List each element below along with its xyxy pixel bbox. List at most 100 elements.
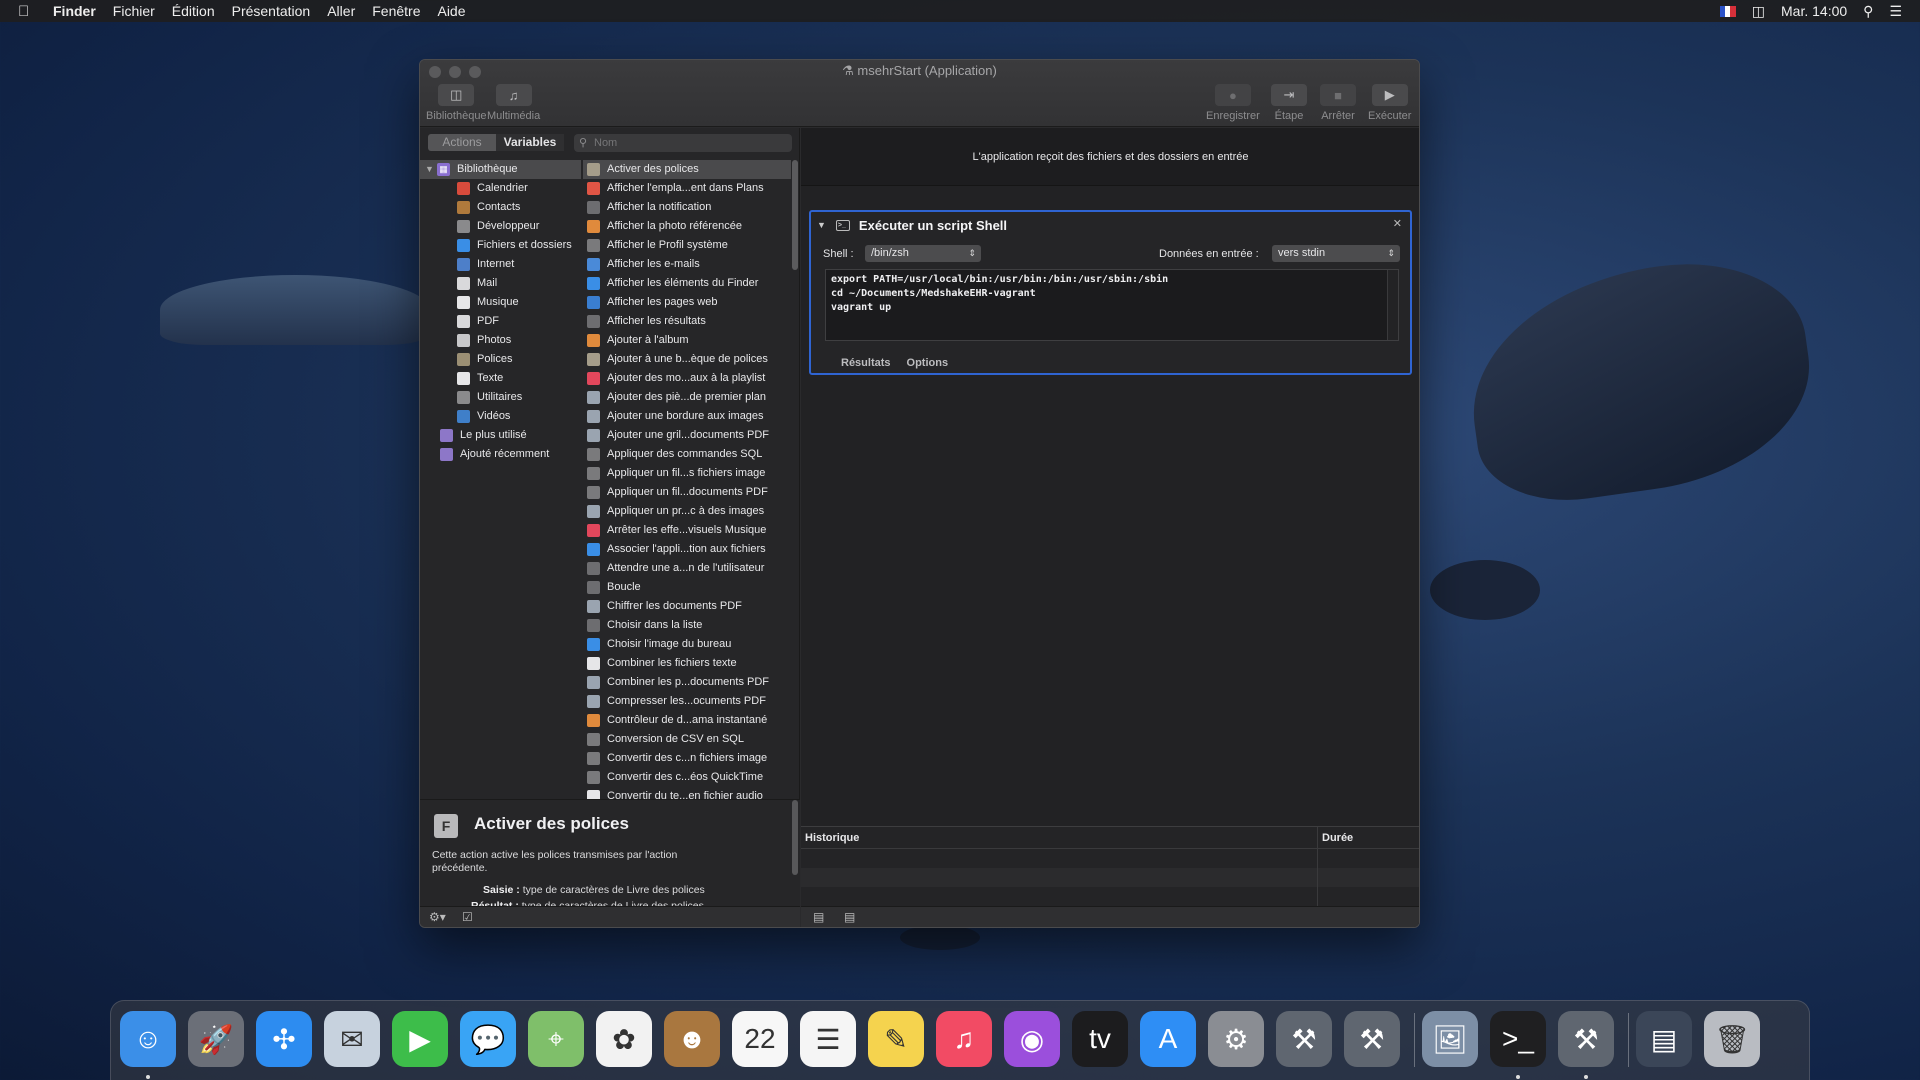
search-input[interactable]: ⚲ Nom: [574, 134, 792, 152]
menu-aller[interactable]: Aller: [327, 3, 355, 19]
action-list-item[interactable]: Afficher les e-mails: [583, 255, 791, 274]
input-source-flag-icon[interactable]: [1719, 5, 1736, 17]
menu-aide[interactable]: Aide: [437, 3, 465, 19]
action-list-item[interactable]: Choisir dans la liste: [583, 616, 791, 635]
system-preferences-icon[interactable]: ⚙: [1208, 1011, 1264, 1067]
action-list-item[interactable]: Combiner les fichiers texte: [583, 654, 791, 673]
action-list-item[interactable]: Afficher le Profil système: [583, 236, 791, 255]
action-list-item[interactable]: Ajouter des piè...de premier plan: [583, 388, 791, 407]
description-toggle-icon[interactable]: ☑: [462, 910, 473, 924]
action-list-item[interactable]: Chiffrer les documents PDF: [583, 597, 791, 616]
library-category[interactable]: Internet: [420, 255, 581, 274]
action-list-item[interactable]: Compresser les...ocuments PDF: [583, 692, 791, 711]
action-list-item[interactable]: Attendre une a...n de l'utilisateur: [583, 559, 791, 578]
action-list-item[interactable]: Choisir l'image du bureau: [583, 635, 791, 654]
library-category[interactable]: Contacts: [420, 198, 581, 217]
toolbar-bibliotheque-button[interactable]: ◫ Bibliothèque: [426, 84, 487, 122]
action-list-item[interactable]: Arrêter les effe...visuels Musique: [583, 521, 791, 540]
tab-variables[interactable]: Variables: [496, 134, 564, 151]
notes-icon[interactable]: ✎: [868, 1011, 924, 1067]
library-category[interactable]: Texte: [420, 369, 581, 388]
action-list-item[interactable]: Afficher l'empla...ent dans Plans: [583, 179, 791, 198]
automator-icon[interactable]: ⚒: [1558, 1011, 1614, 1067]
shell-script-editor[interactable]: export PATH=/usr/local/bin:/usr/bin:/bin…: [825, 269, 1399, 341]
action-list-item[interactable]: Conversion de CSV en SQL: [583, 730, 791, 749]
menubar-clock[interactable]: Mar. 14:00: [1781, 3, 1847, 19]
tab-options[interactable]: Options: [907, 357, 949, 369]
calendar-icon[interactable]: 22: [732, 1011, 788, 1067]
script-text[interactable]: export PATH=/usr/local/bin:/usr/bin:/bin…: [831, 274, 1168, 313]
shell-select[interactable]: /bin/zsh ⇕: [865, 245, 981, 262]
library-category[interactable]: Développeur: [420, 217, 581, 236]
col-duree[interactable]: Durée: [1322, 832, 1353, 844]
launchpad-icon[interactable]: 🚀: [188, 1011, 244, 1067]
description-scrollbar[interactable]: [792, 800, 798, 875]
podcasts-icon[interactable]: ◉: [1004, 1011, 1060, 1067]
photos-icon[interactable]: ✿: [596, 1011, 652, 1067]
close-icon[interactable]: ✕: [1393, 217, 1402, 230]
action-list-item[interactable]: Convertir des c...éos QuickTime: [583, 768, 791, 787]
action-list-item[interactable]: Ajouter une gril...documents PDF: [583, 426, 791, 445]
airplay-display-icon[interactable]: ◫: [1752, 3, 1765, 20]
library-root[interactable]: ▼ ▦ Bibliothèque: [420, 160, 581, 179]
contacts-icon[interactable]: ☻: [664, 1011, 720, 1067]
split-view-icon[interactable]: ▤: [844, 910, 855, 924]
action-list-item[interactable]: Appliquer un pr...c à des images: [583, 502, 791, 521]
action-list-item[interactable]: Activer des polices: [583, 160, 791, 179]
library-category[interactable]: Mail: [420, 274, 581, 293]
toolbar-enregistrer-button[interactable]: ● Enregistrer: [1206, 84, 1260, 122]
library-smart-group[interactable]: Ajouté récemment: [420, 445, 581, 464]
spotlight-search-icon[interactable]: ⚲: [1863, 3, 1873, 20]
action-list-item[interactable]: Ajouter à une b...èque de polices: [583, 350, 791, 369]
menu-fenetre[interactable]: Fenêtre: [372, 3, 420, 19]
tab-actions[interactable]: Actions: [428, 134, 496, 151]
automator-icon[interactable]: ⚒: [1276, 1011, 1332, 1067]
action-list-item[interactable]: Associer l'appli...tion aux fichiers: [583, 540, 791, 559]
action-list-item[interactable]: Appliquer des commandes SQL: [583, 445, 791, 464]
action-list-item[interactable]: Convertir du te...en fichier audio: [583, 787, 791, 799]
mail-icon[interactable]: ✉: [324, 1011, 380, 1067]
trash-icon[interactable]: 🗑: [1704, 1011, 1760, 1067]
list-view-icon[interactable]: ▤: [813, 910, 824, 924]
toolbar-executer-button[interactable]: ▶ Exécuter: [1368, 84, 1411, 122]
action-list-item[interactable]: Ajouter une bordure aux images: [583, 407, 791, 426]
action-list-item[interactable]: Afficher les éléments du Finder: [583, 274, 791, 293]
automator-icon[interactable]: ⚒: [1344, 1011, 1400, 1067]
notification-center-icon[interactable]: ☰: [1889, 3, 1902, 20]
library-category[interactable]: Musique: [420, 293, 581, 312]
action-list-item[interactable]: Convertir des c...n fichiers image: [583, 749, 791, 768]
library-category[interactable]: Calendrier: [420, 179, 581, 198]
action-list-item[interactable]: Appliquer un fil...documents PDF: [583, 483, 791, 502]
safari-icon[interactable]: ✣: [256, 1011, 312, 1067]
menu-finder[interactable]: Finder: [53, 3, 96, 19]
toolbar-arreter-button[interactable]: ■ Arrêter: [1320, 84, 1356, 122]
library-smart-group[interactable]: Le plus utilisé: [420, 426, 581, 445]
finder-icon[interactable]: ☺: [120, 1011, 176, 1067]
action-list-item[interactable]: Afficher les résultats: [583, 312, 791, 331]
disclosure-triangle-icon[interactable]: ▼: [425, 160, 437, 179]
library-category[interactable]: Photos: [420, 331, 581, 350]
menu-presentation[interactable]: Présentation: [232, 3, 311, 19]
actions-scrollbar[interactable]: [791, 160, 799, 270]
menu-fichier[interactable]: Fichier: [113, 3, 155, 19]
menu-edition[interactable]: Édition: [172, 3, 215, 19]
collapse-triangle-icon[interactable]: ▼: [817, 220, 826, 230]
col-historique[interactable]: Historique: [805, 832, 859, 844]
music-icon[interactable]: ♫: [936, 1011, 992, 1067]
action-list-item[interactable]: Afficher les pages web: [583, 293, 791, 312]
maps-icon[interactable]: ⌖: [528, 1011, 584, 1067]
library-category[interactable]: Utilitaires: [420, 388, 581, 407]
action-list-item[interactable]: Afficher la photo référencée: [583, 217, 791, 236]
library-category[interactable]: Fichiers et dossiers: [420, 236, 581, 255]
library-category[interactable]: PDF: [420, 312, 581, 331]
library-category[interactable]: Polices: [420, 350, 581, 369]
input-mode-select[interactable]: vers stdin ⇕: [1272, 245, 1400, 262]
action-list-item[interactable]: Ajouter des mo...aux à la playlist: [583, 369, 791, 388]
action-list-item[interactable]: Ajouter à l'album: [583, 331, 791, 350]
screenshot-folder-icon[interactable]: ▤: [1636, 1011, 1692, 1067]
toolbar-etape-button[interactable]: ⇥ Étape: [1271, 84, 1307, 122]
facetime-icon[interactable]: ▶: [392, 1011, 448, 1067]
action-list-item[interactable]: Contrôleur de d...ama instantané: [583, 711, 791, 730]
tv-icon[interactable]: tv: [1072, 1011, 1128, 1067]
action-list-item[interactable]: Combiner les p...documents PDF: [583, 673, 791, 692]
